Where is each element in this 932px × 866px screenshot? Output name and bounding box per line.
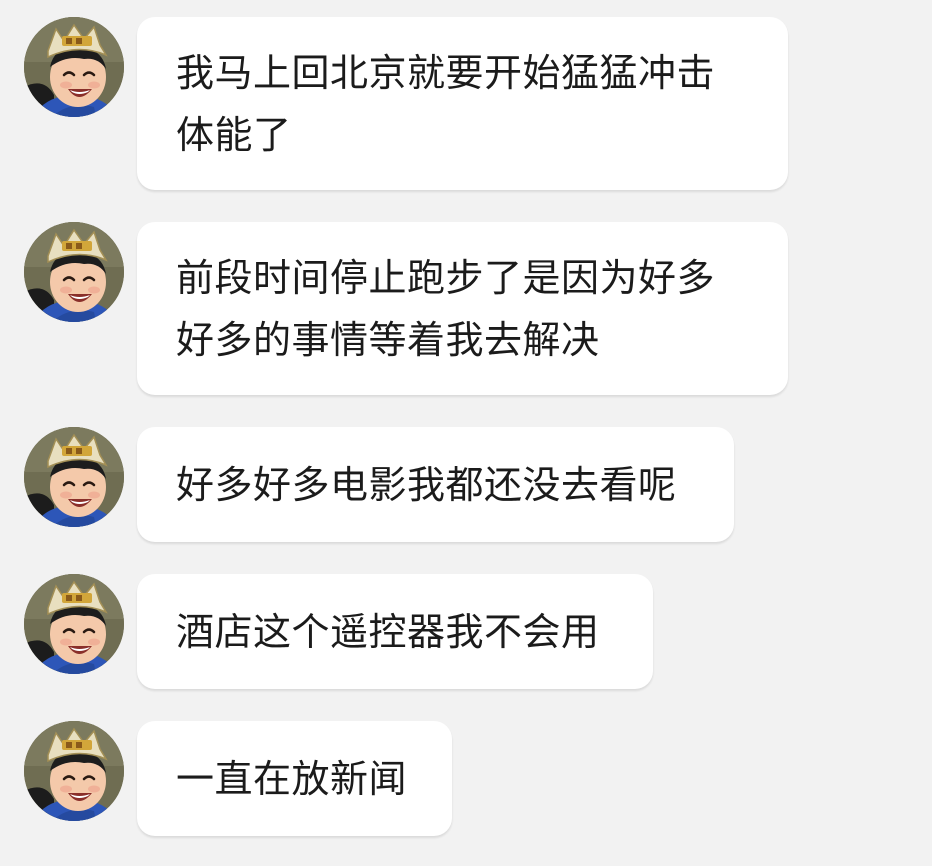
message-text: 好多好多电影我都还没去看呢	[176, 462, 677, 507]
message-text: 前段时间停止跑步了是因为好多好多的事情等着我去解决	[176, 255, 716, 362]
sender-avatar[interactable]	[24, 17, 124, 117]
message-text: 一直在放新闻	[176, 756, 408, 801]
message-text: 我马上回北京就要开始猛猛冲击体能了	[176, 50, 716, 157]
sender-avatar[interactable]	[24, 427, 124, 527]
sender-avatar[interactable]	[24, 721, 124, 821]
chat-conversation: 我马上回北京就要开始猛猛冲击体能了 前段时间停止跑步了是因为好多好多的事情等着我…	[0, 0, 932, 866]
child-avatar-icon	[24, 17, 124, 117]
sender-avatar[interactable]	[24, 222, 124, 322]
child-avatar-icon	[24, 427, 124, 527]
message-bubble[interactable]: 酒店这个遥控器我不会用	[137, 574, 653, 689]
message-bubble[interactable]: 前段时间停止跑步了是因为好多好多的事情等着我去解决	[137, 222, 788, 395]
child-avatar-icon	[24, 222, 124, 322]
child-avatar-icon	[24, 721, 124, 821]
child-avatar-icon	[24, 574, 124, 674]
message-bubble[interactable]: 好多好多电影我都还没去看呢	[137, 427, 734, 542]
message-bubble[interactable]: 我马上回北京就要开始猛猛冲击体能了	[137, 17, 788, 190]
message-bubble[interactable]: 一直在放新闻	[137, 721, 452, 836]
message-text: 酒店这个遥控器我不会用	[176, 609, 600, 654]
sender-avatar[interactable]	[24, 574, 124, 674]
